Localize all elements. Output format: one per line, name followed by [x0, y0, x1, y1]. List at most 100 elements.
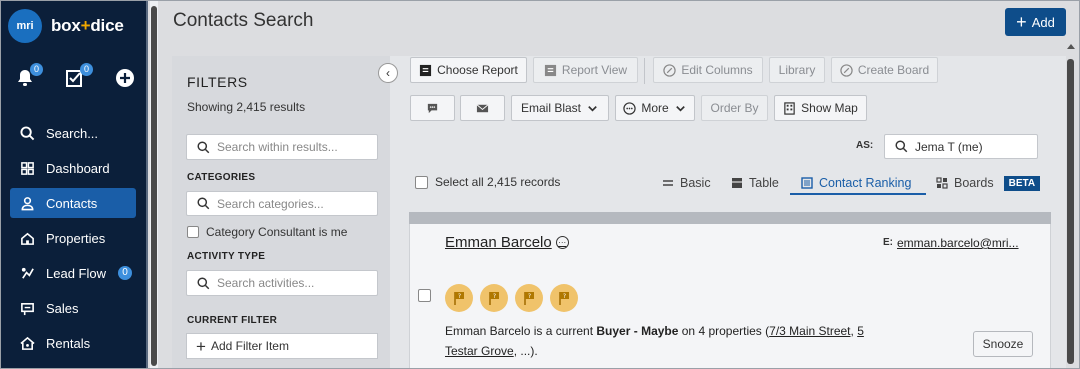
categories-label: CATEGORIES: [187, 172, 256, 183]
sidebar-item-search[interactable]: Search...: [10, 118, 136, 148]
categories-placeholder: Search categories...: [217, 196, 324, 211]
brand[interactable]: mri box+dice: [8, 9, 124, 43]
envelope-icon: [476, 103, 489, 112]
flag-icon[interactable]: ?: [445, 284, 473, 312]
search-icon: [895, 140, 908, 153]
contact-name-label[interactable]: Emman Barcelo: [445, 234, 552, 251]
contact-checkbox[interactable]: [418, 289, 431, 302]
tasks-badge: 0: [80, 63, 93, 76]
contact-email-link[interactable]: emman.barcelo@mri...: [897, 236, 1027, 250]
more-dropdown[interactable]: More: [615, 95, 695, 121]
sidebar-item-sales[interactable]: Sales: [10, 293, 136, 323]
flag-icon[interactable]: ?: [550, 284, 578, 312]
show-map-label: Show Map: [801, 101, 858, 115]
choose-report-button[interactable]: Choose Report: [410, 57, 527, 83]
more-options-icon[interactable]: ···: [555, 236, 569, 249]
list-doc-icon: [801, 177, 813, 189]
rental-house-icon: [18, 334, 36, 352]
select-all-checkbox[interactable]: [415, 175, 428, 189]
activities-input[interactable]: Search activities...: [186, 270, 378, 296]
as-label: AS:: [856, 140, 874, 151]
categories-input[interactable]: Search categories...: [186, 191, 378, 216]
view-boards-label: Boards: [954, 176, 994, 190]
edit-columns-label: Edit Columns: [681, 63, 753, 77]
edit-circle-icon: [840, 63, 853, 77]
plus-circle-icon[interactable]: [115, 68, 135, 88]
add-filter-item-button[interactable]: + Add Filter Item: [186, 333, 378, 359]
more-dots-icon: [623, 101, 637, 115]
svg-text:?: ?: [528, 293, 531, 300]
svg-text:?: ?: [493, 293, 496, 300]
boards-icon: [936, 177, 948, 189]
email-button[interactable]: [460, 95, 505, 121]
view-contact-ranking[interactable]: Contact Ranking: [801, 172, 911, 194]
choose-report-label: Choose Report: [437, 63, 518, 77]
table-icon: [732, 178, 742, 188]
activities-placeholder: Search activities...: [217, 276, 315, 290]
flag-icon[interactable]: ?: [480, 284, 508, 312]
bell-icon[interactable]: 0: [15, 63, 43, 88]
notifications-badge: 0: [30, 63, 43, 76]
view-basic[interactable]: Basic: [662, 172, 711, 194]
property-link[interactable]: 7/3 Main Street: [769, 324, 850, 338]
create-board-button[interactable]: Create Board: [831, 57, 938, 83]
show-map-button[interactable]: Show Map: [774, 95, 867, 121]
view-table[interactable]: Table: [731, 172, 779, 194]
sidebar-scrollbar[interactable]: [150, 0, 158, 369]
email-label: E:: [883, 237, 893, 248]
sms-button[interactable]: [410, 95, 455, 121]
contact-name[interactable]: Emman Barcelo ···: [445, 234, 569, 251]
add-button-label: Add: [1031, 14, 1055, 30]
library-button[interactable]: Library: [769, 57, 825, 83]
main-scroll-thumb[interactable]: [1067, 59, 1074, 364]
plus-icon: +: [196, 336, 206, 356]
collapse-filters-button[interactable]: ‹: [378, 63, 398, 83]
desc-prefix: Emman Barcelo is a current: [445, 324, 597, 338]
dashboard-icon: [18, 159, 36, 177]
results-header-bar: [409, 212, 1051, 224]
main-scrollbar[interactable]: [1066, 44, 1076, 369]
report-icon: [544, 64, 556, 76]
edit-columns-button[interactable]: Edit Columns: [653, 57, 763, 83]
view-table-label: Table: [749, 176, 779, 190]
svg-text:?: ?: [458, 293, 461, 300]
sidebar-item-label: Dashboard: [46, 160, 110, 176]
email-blast-label: Email Blast: [520, 101, 582, 115]
sidebar-item-lead-flow[interactable]: Lead Flow 0: [10, 258, 136, 288]
building-icon: [784, 101, 795, 115]
sidebar-item-rentals[interactable]: Rentals: [10, 328, 136, 358]
snooze-button[interactable]: Snooze: [973, 331, 1033, 357]
sidebar: mri box+dice 0 0 Search... Dashboard Con…: [0, 0, 148, 369]
tasks-icon[interactable]: 0: [65, 63, 93, 88]
sidebar-item-properties[interactable]: Properties: [10, 223, 136, 253]
search-icon: [197, 140, 210, 153]
house-icon: [18, 229, 36, 247]
sidebar-item-dashboard[interactable]: Dashboard: [10, 153, 136, 183]
report-icon: [420, 64, 432, 76]
flag-icon[interactable]: ?: [515, 284, 543, 312]
sidebar-item-contacts[interactable]: Contacts: [10, 188, 136, 218]
add-filter-label: Add Filter Item: [210, 339, 289, 353]
add-button[interactable]: + Add: [1005, 8, 1066, 36]
view-boards[interactable]: Boards BETA: [936, 172, 1041, 194]
consultant-checkbox-row[interactable]: Category Consultant is me: [187, 225, 347, 239]
sidebar-scroll-thumb[interactable]: [151, 6, 157, 366]
select-all-row[interactable]: Select all 2,415 records: [415, 175, 560, 189]
as-user-input[interactable]: Jema T (me): [884, 134, 1038, 159]
sales-sign-icon: [18, 299, 36, 317]
plus-icon: +: [1016, 12, 1027, 32]
email-blast-dropdown[interactable]: Email Blast: [511, 95, 609, 121]
lead-flow-icon: [18, 264, 36, 282]
select-all-label: Select all 2,415 records: [435, 175, 561, 189]
more-label: More: [641, 101, 669, 115]
consultant-checkbox[interactable]: [187, 226, 199, 238]
scroll-up-arrow-icon[interactable]: [1067, 44, 1075, 49]
order-by-button[interactable]: Order By: [701, 95, 768, 121]
sidebar-item-label: Properties: [46, 230, 106, 246]
search-results-input[interactable]: Search within results...: [186, 134, 378, 160]
view-basic-label: Basic: [680, 176, 711, 190]
toolbar-divider: [644, 58, 645, 84]
current-filter-label: CURRENT FILTER: [187, 315, 278, 326]
svg-text:?: ?: [563, 293, 566, 300]
report-view-button[interactable]: Report View: [533, 57, 638, 83]
